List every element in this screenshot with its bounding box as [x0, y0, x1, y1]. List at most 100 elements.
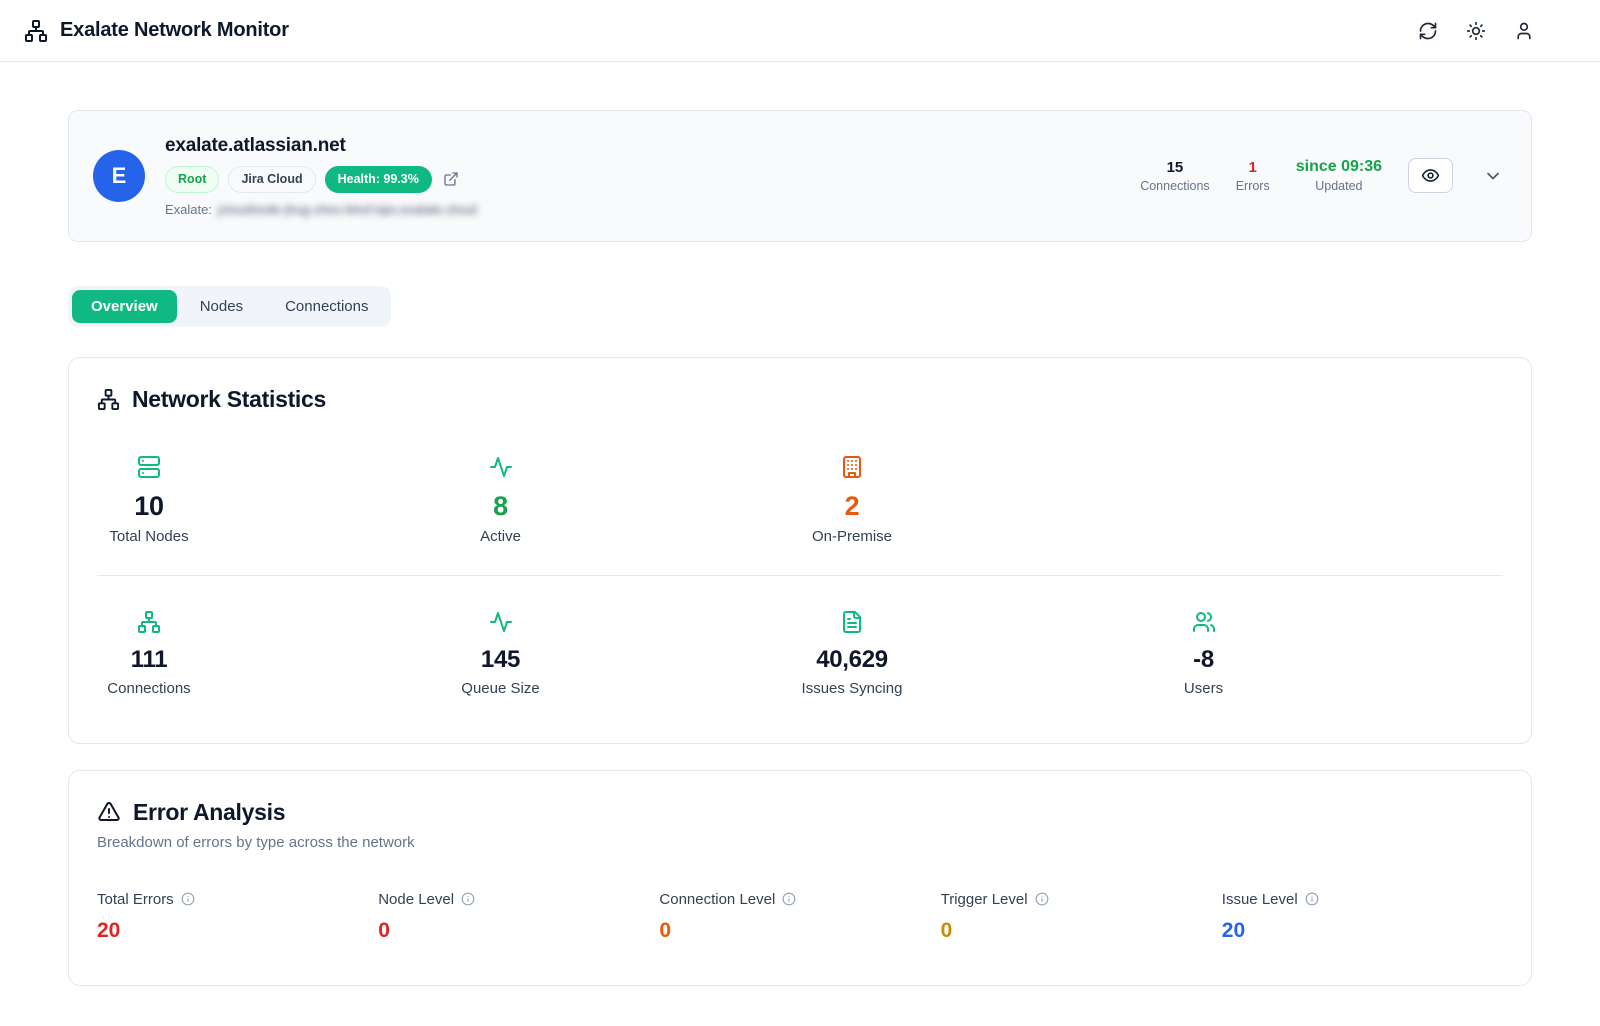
- header-actions: [1412, 15, 1576, 47]
- error-grid: Total Errors 20 Node Level 0 C: [97, 891, 1503, 943]
- info-button[interactable]: [461, 892, 475, 906]
- app-title: Exalate Network Monitor: [60, 19, 289, 42]
- metric-value: 15: [1140, 159, 1210, 176]
- stat-on-premise: 2 On-Premise: [800, 455, 904, 545]
- server-icon: [137, 455, 161, 479]
- sun-icon: [1466, 21, 1486, 41]
- stat-value: 145: [481, 646, 520, 674]
- stat-value: 8: [493, 491, 508, 522]
- tab-connections[interactable]: Connections: [266, 290, 387, 323]
- info-button[interactable]: [1305, 892, 1319, 906]
- stat-label: On-Premise: [812, 528, 892, 545]
- error-value: 20: [1222, 919, 1503, 943]
- stats-divider: [97, 575, 1503, 576]
- network-icon: [137, 610, 161, 634]
- metric-label: Errors: [1236, 179, 1270, 193]
- tab-overview[interactable]: Overview: [72, 290, 177, 323]
- error-label: Trigger Level: [941, 891, 1028, 908]
- building-icon: [840, 455, 864, 479]
- error-label: Total Errors: [97, 891, 174, 908]
- user-menu-button[interactable]: [1508, 15, 1540, 47]
- health-badge: Health: 99.3%: [325, 166, 432, 193]
- chevron-down-icon: [1483, 166, 1503, 186]
- file-text-icon: [840, 610, 864, 634]
- error-item-node-level: Node Level 0: [378, 891, 659, 943]
- activity-icon: [489, 610, 513, 634]
- error-item-connection-level: Connection Level 0: [659, 891, 940, 943]
- error-analysis-subtitle: Breakdown of errors by type across the n…: [97, 834, 1503, 851]
- users-icon: [1192, 610, 1216, 634]
- error-item-issue-level: Issue Level 20: [1222, 891, 1503, 943]
- stat-value: -8: [1193, 646, 1214, 674]
- exalate-label: Exalate:: [165, 202, 212, 217]
- eye-icon: [1421, 166, 1440, 185]
- network-icon: [24, 19, 48, 43]
- activity-icon: [489, 455, 513, 479]
- metric-label: Updated: [1296, 179, 1382, 193]
- stat-label: Queue Size: [461, 680, 539, 697]
- refresh-button[interactable]: [1412, 15, 1444, 47]
- node-metrics: 15 Connections 1 Errors since 09:36 Upda…: [1140, 158, 1507, 193]
- stat-label: Total Nodes: [109, 528, 188, 545]
- error-label-row: Node Level: [378, 891, 659, 908]
- info-icon: [181, 892, 195, 906]
- expand-node-button[interactable]: [1479, 162, 1507, 190]
- error-analysis-title: Error Analysis: [133, 799, 285, 826]
- info-icon: [782, 892, 796, 906]
- tab-nodes[interactable]: Nodes: [181, 290, 262, 323]
- stat-label: Active: [480, 528, 521, 545]
- node-info: exalate.atlassian.net Root Jira Cloud He…: [165, 135, 1120, 217]
- platform-badge: Jira Cloud: [228, 166, 315, 193]
- info-button[interactable]: [782, 892, 796, 906]
- stat-value: 111: [131, 646, 168, 674]
- info-icon: [1035, 892, 1049, 906]
- app-header: Exalate Network Monitor: [0, 0, 1600, 62]
- metric-value: since 09:36: [1296, 158, 1382, 176]
- error-item-total: Total Errors 20: [97, 891, 378, 943]
- error-analysis-header: Error Analysis: [97, 799, 1503, 826]
- network-icon: [97, 388, 120, 411]
- metric-updated: since 09:36 Updated: [1296, 158, 1382, 193]
- stat-connections: 111 Connections: [97, 610, 201, 697]
- stats-row-1: 10 Total Nodes 8 Active 2 On-Premise: [97, 455, 1503, 545]
- external-link-button[interactable]: [441, 169, 461, 189]
- metric-errors: 1 Errors: [1236, 159, 1270, 193]
- info-icon: [461, 892, 475, 906]
- metric-connections: 15 Connections: [1140, 159, 1210, 193]
- exalate-url-line: Exalate: jcloudnode-jhug-zhex-bhof-tqio.…: [165, 202, 1120, 217]
- network-statistics-title: Network Statistics: [132, 386, 326, 413]
- warning-triangle-icon: [97, 800, 121, 824]
- stat-label: Issues Syncing: [802, 680, 903, 697]
- metric-value: 1: [1236, 159, 1270, 176]
- error-item-trigger-level: Trigger Level 0: [941, 891, 1222, 943]
- error-label-row: Issue Level: [1222, 891, 1503, 908]
- network-statistics-header: Network Statistics: [97, 386, 1503, 413]
- error-value: 0: [659, 919, 940, 943]
- stat-users: -8 Users: [1152, 610, 1256, 697]
- stat-active: 8 Active: [449, 455, 553, 545]
- external-link-icon: [443, 171, 459, 187]
- root-node-card: E exalate.atlassian.net Root Jira Cloud …: [68, 110, 1532, 242]
- app-brand: Exalate Network Monitor: [24, 19, 289, 43]
- stat-total-nodes: 10 Total Nodes: [97, 455, 201, 545]
- stat-value: 10: [134, 491, 163, 522]
- stat-queue-size: 145 Queue Size: [449, 610, 553, 697]
- node-badges: Root Jira Cloud Health: 99.3%: [165, 166, 1120, 193]
- stat-label: Users: [1184, 680, 1223, 697]
- network-statistics-card: Network Statistics 10 Total Nodes 8 Acti…: [68, 357, 1532, 744]
- info-button[interactable]: [1035, 892, 1049, 906]
- error-label: Issue Level: [1222, 891, 1298, 908]
- user-icon: [1514, 21, 1534, 41]
- info-icon: [1305, 892, 1319, 906]
- theme-toggle-button[interactable]: [1460, 15, 1492, 47]
- node-title: exalate.atlassian.net: [165, 135, 1120, 157]
- stat-label: Connections: [107, 680, 190, 697]
- info-button[interactable]: [181, 892, 195, 906]
- view-tabs: Overview Nodes Connections: [68, 286, 391, 327]
- node-avatar: E: [93, 150, 145, 202]
- metric-label: Connections: [1140, 179, 1210, 193]
- refresh-icon: [1418, 21, 1438, 41]
- watch-button[interactable]: [1408, 158, 1453, 193]
- stat-value: 40,629: [816, 646, 888, 674]
- error-label-row: Trigger Level: [941, 891, 1222, 908]
